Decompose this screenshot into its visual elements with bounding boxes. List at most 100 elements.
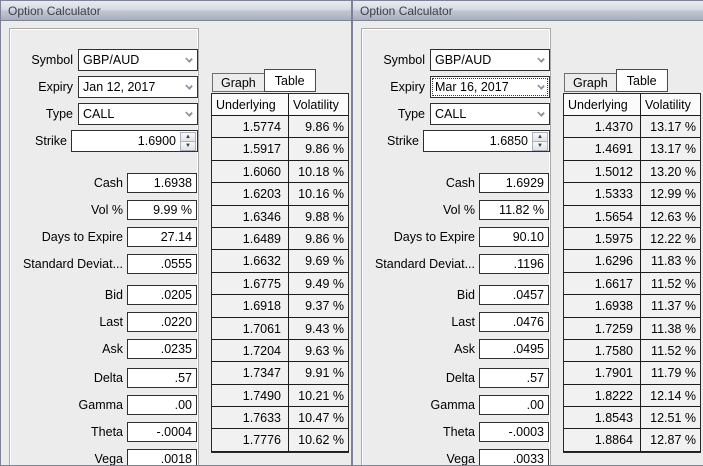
- standard-deviation-field[interactable]: .1196: [479, 254, 549, 274]
- table-row[interactable]: 1.5654 12.63 %: [564, 205, 700, 228]
- table-row[interactable]: 1.6203 10.16 %: [212, 183, 348, 206]
- table-row[interactable]: 1.6918 9.37 %: [212, 295, 348, 318]
- standard-deviation-field[interactable]: .0555: [127, 254, 197, 274]
- table-row[interactable]: 1.4370 13.17 %: [564, 116, 700, 139]
- table-row[interactable]: 1.6489 9.86 %: [212, 227, 348, 251]
- table-row[interactable]: 1.8222 12.14 %: [564, 384, 700, 408]
- vega-label: Vega: [94, 452, 123, 466]
- spin-down-icon[interactable]: ▼: [532, 142, 548, 151]
- symbol-label: Symbol: [31, 53, 73, 67]
- days-to-expire-field[interactable]: 90.10: [479, 227, 549, 247]
- spin-up-icon[interactable]: ▲: [532, 132, 548, 142]
- last-field[interactable]: .0220: [127, 312, 197, 332]
- volatility-table: Underlying Volatility 1.5774 9.86 % 1.5917…: [211, 93, 349, 453]
- table-row[interactable]: 1.5917 9.86 %: [212, 138, 348, 161]
- tab-table[interactable]: Table: [263, 69, 316, 92]
- volatility-cell: 9.86 %: [305, 231, 344, 246]
- table-row[interactable]: 1.7633 10.47 %: [212, 407, 348, 430]
- days-to-expire-label: Days to Expire: [41, 230, 123, 244]
- table-row[interactable]: 1.4691 13.17 %: [564, 138, 700, 161]
- underlying-cell: 1.5012: [564, 160, 641, 183]
- table-row[interactable]: 1.7490 10.21 %: [212, 384, 348, 408]
- underlying-column-header[interactable]: Underlying: [212, 94, 289, 115]
- type-select[interactable]: CALL: [78, 103, 198, 125]
- table-row[interactable]: 1.7776 10.62 %: [212, 429, 348, 452]
- table-row[interactable]: 1.5975 12.22 %: [564, 227, 700, 251]
- volatility-cell: 11.52 %: [651, 343, 696, 358]
- table-row[interactable]: 1.6938 11.37 %: [564, 295, 700, 318]
- volatility-cell: 11.52 %: [651, 276, 696, 291]
- table-header-row: Underlying Volatility: [212, 94, 348, 116]
- table-row[interactable]: 1.7580 11.52 %: [564, 339, 700, 363]
- table-row[interactable]: 1.7901 11.79 %: [564, 362, 700, 385]
- cash-field[interactable]: 1.6938: [127, 173, 197, 193]
- standard-deviation-label: Standard Deviat...: [374, 257, 475, 271]
- table-row[interactable]: 1.7061 9.43 %: [212, 317, 348, 340]
- vol-field[interactable]: 11.82 %: [479, 200, 549, 220]
- days-to-expire-label: Days to Expire: [393, 230, 475, 244]
- volatility-cell: 9.37 %: [305, 299, 344, 314]
- tab-graph[interactable]: Graph: [564, 73, 617, 92]
- strike-stepper[interactable]: 1.6850 ▲ ▼: [423, 130, 550, 152]
- tab-table[interactable]: Table: [615, 69, 668, 92]
- bid-field[interactable]: .0205: [127, 285, 197, 305]
- gamma-field[interactable]: .00: [479, 395, 549, 415]
- underlying-column-header[interactable]: Underlying: [564, 94, 641, 115]
- strike-stepper[interactable]: 1.6900 ▲ ▼: [71, 130, 198, 152]
- table-row[interactable]: 1.7259 11.38 %: [564, 317, 700, 340]
- table-row[interactable]: 1.8864 12.87 %: [564, 429, 700, 452]
- volatility-cell: 12.22 %: [650, 231, 696, 246]
- window-titlebar[interactable]: Option Calculator: [1, 1, 351, 21]
- table-row[interactable]: 1.8543 12.51 %: [564, 407, 700, 430]
- table-row[interactable]: 1.6060 10.18 %: [212, 160, 348, 184]
- symbol-select[interactable]: GBP/AUD: [430, 49, 550, 71]
- ask-field[interactable]: .0495: [479, 339, 549, 359]
- gamma-label: Gamma: [430, 398, 475, 412]
- volatility-column-header[interactable]: Volatility: [641, 94, 700, 115]
- chevron-down-icon: [537, 109, 545, 117]
- days-to-expire-field[interactable]: 27.14: [127, 227, 197, 247]
- vol-field[interactable]: 9.99 %: [127, 200, 197, 220]
- type-select[interactable]: CALL: [430, 103, 550, 125]
- expiry-select[interactable]: Jan 12, 2017: [78, 76, 198, 98]
- vega-field[interactable]: .0033: [479, 449, 549, 465]
- table-row[interactable]: 1.5012 13.20 %: [564, 160, 700, 184]
- table-row[interactable]: 1.5774 9.86 %: [212, 116, 348, 139]
- gamma-field[interactable]: .00: [127, 395, 197, 415]
- theta-field[interactable]: -.0004: [127, 422, 197, 442]
- table-row[interactable]: 1.6296 11.83 %: [564, 250, 700, 273]
- type-label: Type: [397, 107, 425, 121]
- volatility-column-header[interactable]: Volatility: [289, 94, 348, 115]
- delta-label: Delta: [445, 371, 475, 385]
- volatility-cell: 9.86 %: [305, 142, 344, 157]
- spin-up-icon[interactable]: ▲: [180, 132, 196, 142]
- tab-graph[interactable]: Graph: [212, 73, 265, 92]
- table-row[interactable]: 1.6617 11.52 %: [564, 272, 700, 296]
- table-row[interactable]: 1.6775 9.49 %: [212, 272, 348, 296]
- symbol-select[interactable]: GBP/AUD: [78, 49, 198, 71]
- vega-field[interactable]: .0018: [127, 449, 197, 465]
- spin-down-icon[interactable]: ▼: [180, 142, 196, 151]
- bid-field[interactable]: .0457: [479, 285, 549, 305]
- table-row[interactable]: 1.6346 9.88 %: [212, 205, 348, 228]
- table-row[interactable]: 1.6632 9.69 %: [212, 250, 348, 273]
- delta-field[interactable]: .57: [127, 368, 197, 388]
- underlying-cell: 1.7776: [212, 429, 289, 451]
- theta-field[interactable]: -.0003: [479, 422, 549, 442]
- cash-field[interactable]: 1.6929: [479, 173, 549, 193]
- table-row[interactable]: 1.7204 9.63 %: [212, 339, 348, 363]
- volatility-table: Underlying Volatility 1.4370 13.17 % 1.469…: [563, 93, 701, 453]
- delta-field[interactable]: .57: [479, 368, 549, 388]
- ask-field[interactable]: .0235: [127, 339, 197, 359]
- chevron-down-icon: [185, 55, 193, 63]
- screen: Option Calculator Symbol GBP/AUD Expiry …: [0, 0, 703, 466]
- table-row[interactable]: 1.7347 9.91 %: [212, 362, 348, 385]
- last-field[interactable]: .0476: [479, 312, 549, 332]
- window-title: Option Calculator: [8, 4, 101, 18]
- volatility-cell: 13.17 %: [650, 120, 696, 134]
- table-row[interactable]: 1.5333 12.99 %: [564, 183, 700, 206]
- window-titlebar[interactable]: Option Calculator: [353, 1, 703, 21]
- type-value: CALL: [435, 107, 467, 121]
- expiry-select[interactable]: Mar 16, 2017: [430, 76, 550, 98]
- underlying-cell: 1.5917: [212, 138, 289, 160]
